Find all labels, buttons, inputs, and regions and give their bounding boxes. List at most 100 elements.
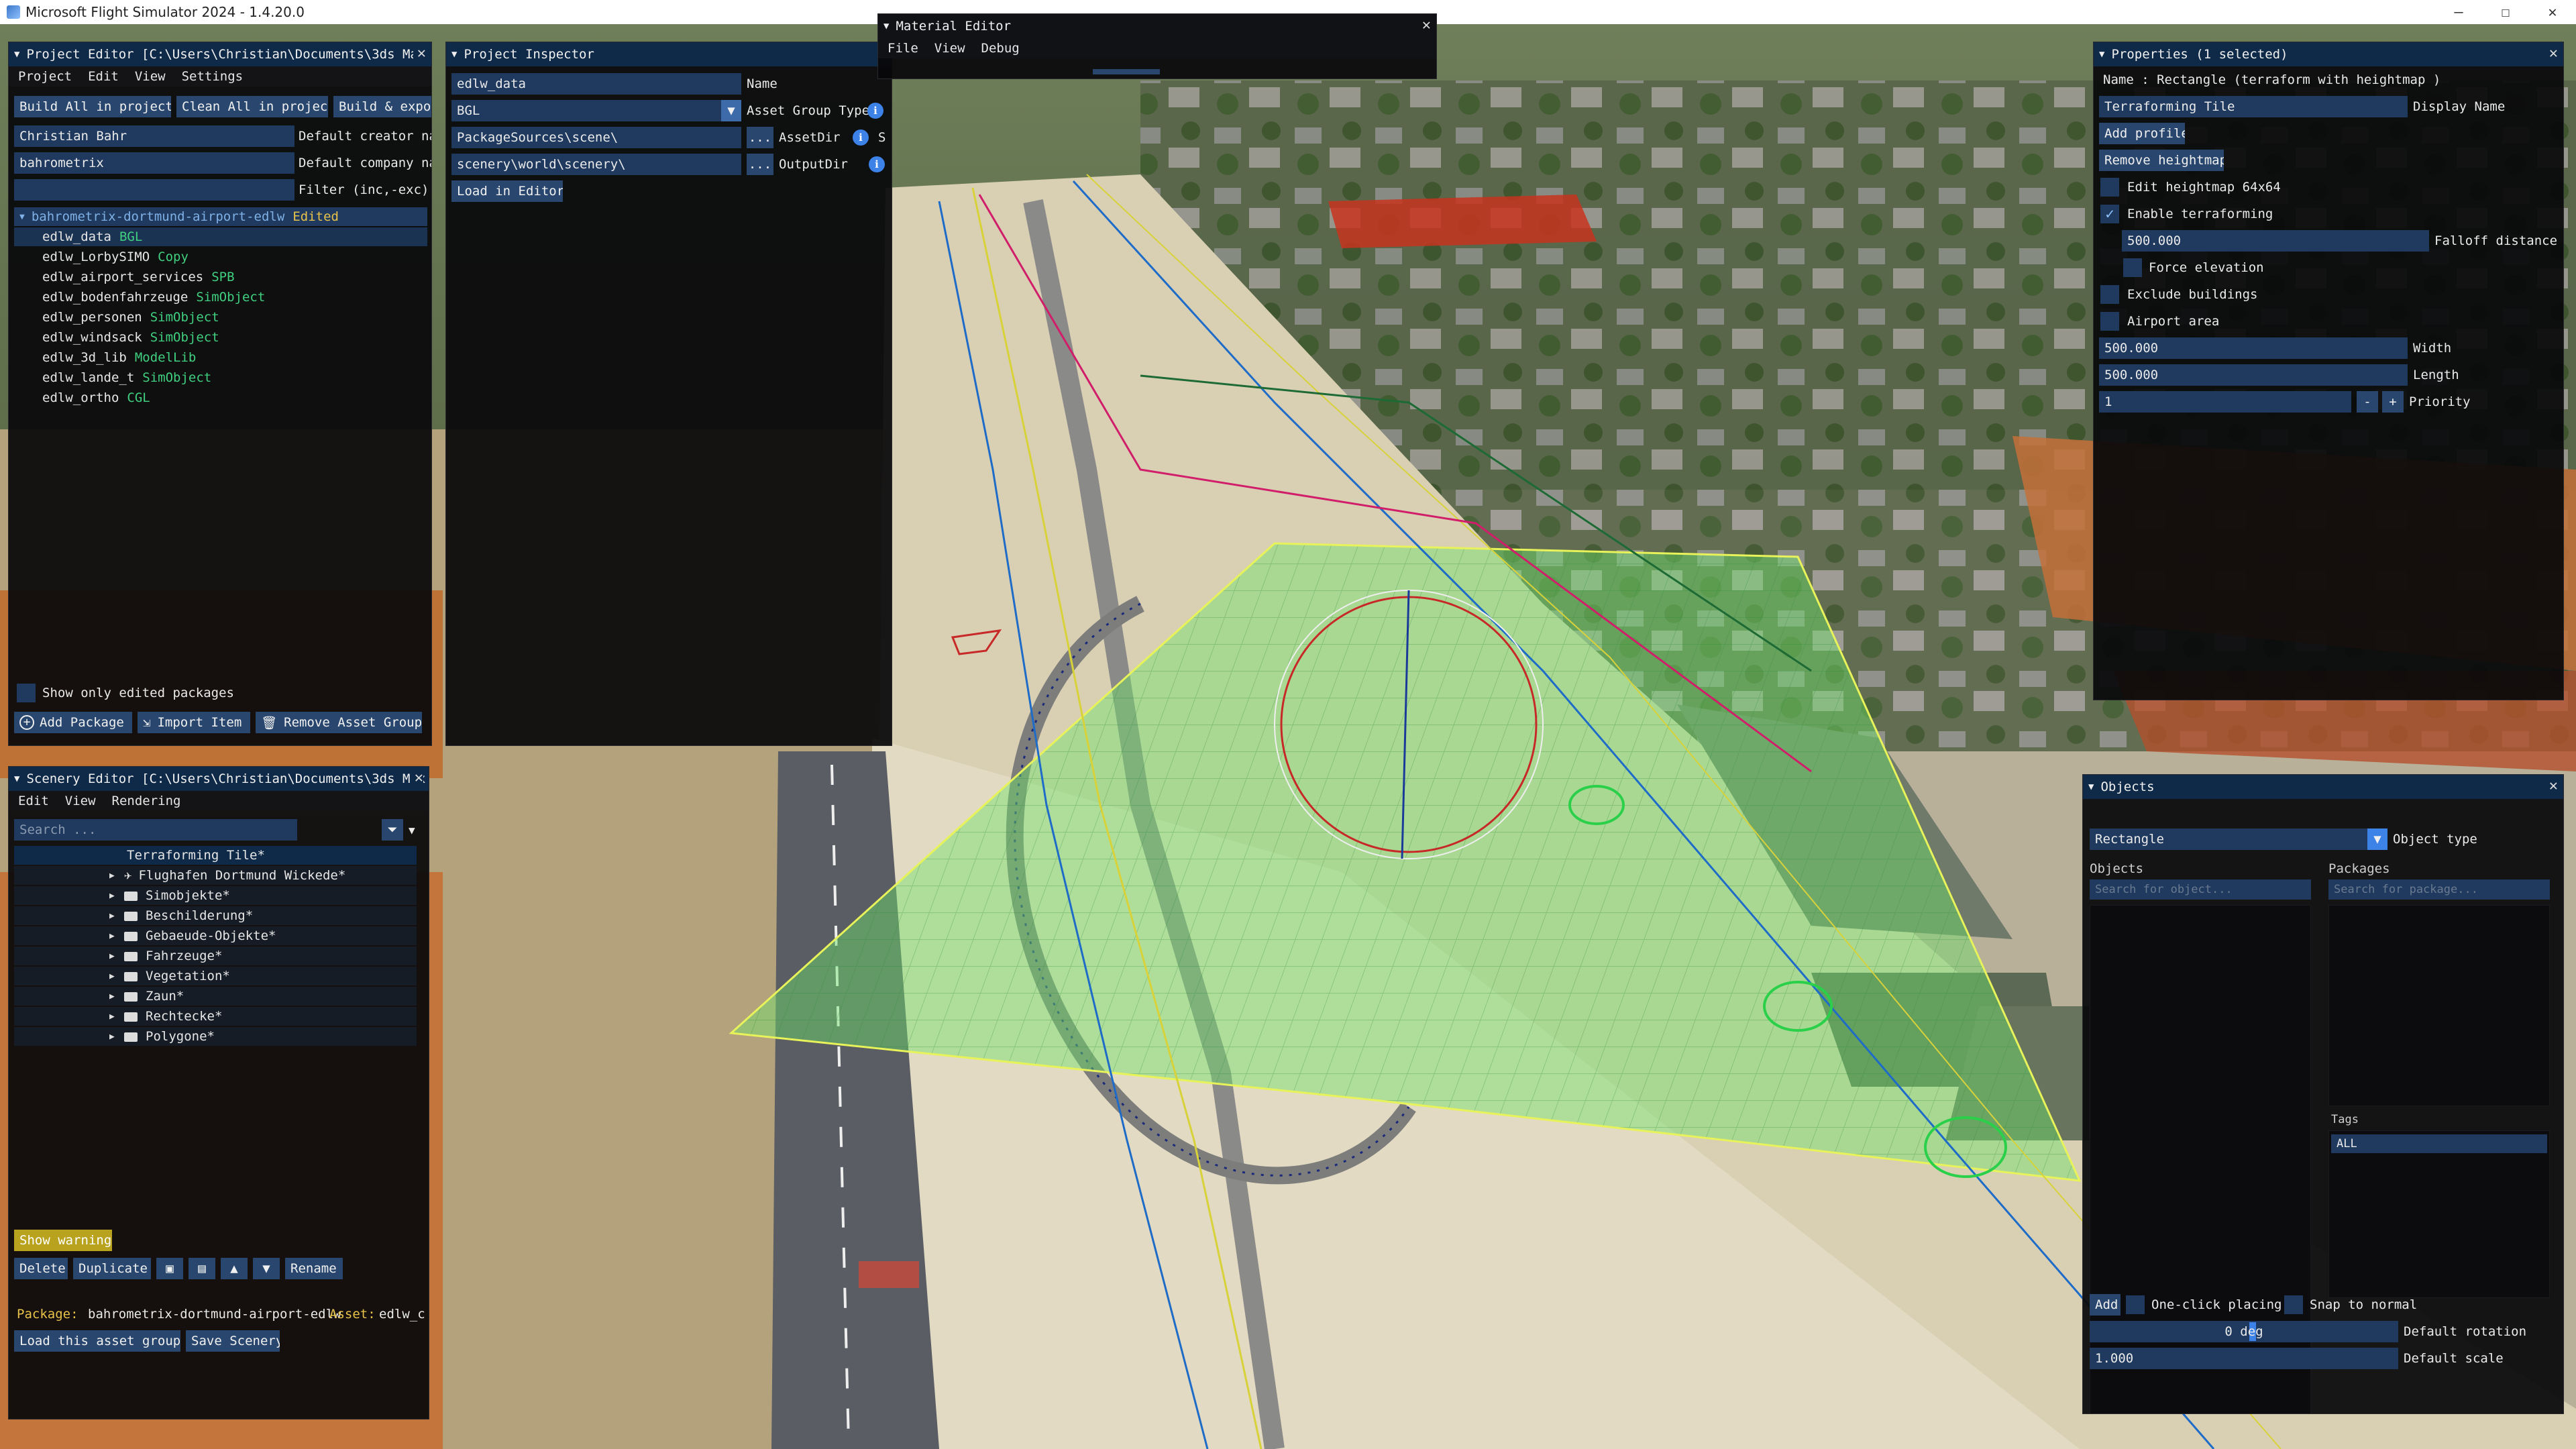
asset-dir-browse-button[interactable]: ... xyxy=(747,127,773,148)
one-click-placing-checkbox[interactable] xyxy=(2126,1295,2145,1314)
remove-heightmap-button[interactable]: Remove heightmap xyxy=(2099,150,2224,171)
menu-edit[interactable]: Edit xyxy=(18,794,49,808)
rename-button[interactable]: Rename xyxy=(285,1258,343,1279)
snap-to-normal-checkbox[interactable] xyxy=(2284,1295,2303,1314)
expand-arrow-icon[interactable]: ▶ xyxy=(109,1012,124,1022)
project-inspector-header[interactable]: ▼ Project Inspector xyxy=(446,42,892,66)
menu-settings[interactable]: Settings xyxy=(182,69,244,84)
asset-group-item[interactable]: edlw_airport_services SPB xyxy=(14,268,235,286)
enable-terraforming-checkbox[interactable]: ✓ xyxy=(2100,205,2119,223)
expand-arrow-icon[interactable]: ▶ xyxy=(109,891,124,901)
close-button[interactable]: ✕ xyxy=(2529,0,2576,24)
expand-arrow-icon[interactable]: ▶ xyxy=(109,911,124,921)
asset-group-item[interactable]: edlw_personen SimObject xyxy=(14,308,219,327)
delete-button[interactable]: Delete xyxy=(14,1258,68,1279)
tree-folder[interactable]: ▶ Rechtecke* xyxy=(14,1007,417,1026)
build-all-button[interactable]: Build All in project xyxy=(14,96,171,117)
asset-dir-input[interactable]: PackageSources\scene\ xyxy=(451,127,741,148)
maximize-button[interactable]: ☐ xyxy=(2482,0,2529,24)
properties-header[interactable]: ▼ Properties (1 selected) ✕ xyxy=(2094,42,2563,66)
collapse-triangle-icon[interactable]: ▼ xyxy=(2088,782,2094,792)
display-name-input[interactable]: Terraforming Tile xyxy=(2099,96,2408,117)
menu-view[interactable]: View xyxy=(65,794,96,808)
minimize-button[interactable]: – xyxy=(2435,0,2482,24)
object-type-select[interactable]: Rectangle xyxy=(2090,828,2387,850)
save-scenery-button[interactable]: Save Scenery xyxy=(186,1330,280,1352)
clean-all-button[interactable]: Clean All in project xyxy=(176,96,328,117)
add-package-button[interactable]: + Add Package xyxy=(14,712,132,733)
project-editor-header[interactable]: ▼ Project Editor [C:\Users\Christian\Doc… xyxy=(9,42,431,66)
tree-item-airport[interactable]: ▶ ✈ Flughafen Dortmund Wickede* xyxy=(14,866,417,885)
search-package-input[interactable]: Search for package... xyxy=(2328,879,2550,900)
menu-rendering[interactable]: Rendering xyxy=(112,794,181,808)
search-object-input[interactable]: Search for object... xyxy=(2090,879,2311,900)
show-only-edited-checkbox[interactable] xyxy=(17,684,36,702)
tree-folder[interactable]: ▶ Fahrzeuge* xyxy=(14,947,417,965)
falloff-distance-input[interactable]: 500.000 xyxy=(2122,230,2429,252)
output-dir-browse-button[interactable]: ... xyxy=(747,154,773,175)
priority-input[interactable]: 1 xyxy=(2099,391,2351,413)
tree-folder[interactable]: ▶ Gebaeude-Objekte* xyxy=(14,926,417,945)
add-object-button[interactable]: Add xyxy=(2090,1294,2121,1316)
add-profile-button[interactable]: Add profile xyxy=(2099,123,2185,144)
collapse-triangle-icon[interactable]: ▼ xyxy=(14,773,19,784)
output-dir-input[interactable]: scenery\world\scenery\ xyxy=(451,154,741,175)
move-down-icon[interactable]: ▼ xyxy=(253,1258,280,1279)
folder-move-icon[interactable]: ▤ xyxy=(189,1258,215,1279)
menu-view[interactable]: View xyxy=(135,69,166,84)
info-icon[interactable]: i xyxy=(867,103,883,119)
remove-asset-group-button[interactable]: 🗑 Remove Asset Group xyxy=(256,712,422,733)
duplicate-button[interactable]: Duplicate xyxy=(73,1258,151,1279)
import-item-button[interactable]: ⇲ Import Item xyxy=(138,712,250,733)
priority-increment-button[interactable]: + xyxy=(2382,391,2404,413)
tree-folder[interactable]: ▶ Beschilderung* xyxy=(14,906,417,925)
tree-item-selected[interactable]: Terraforming Tile* xyxy=(14,846,417,865)
default-rotation-slider[interactable]: 0 deg xyxy=(2090,1321,2398,1342)
move-up-icon[interactable]: ▲ xyxy=(221,1258,248,1279)
tags-list[interactable] xyxy=(2328,1130,2550,1298)
close-icon[interactable]: ✕ xyxy=(1417,17,1431,34)
company-name-input[interactable]: bahrometrix xyxy=(14,152,294,174)
close-icon[interactable]: ✕ xyxy=(413,45,426,62)
show-warning-button[interactable]: Show warning xyxy=(14,1230,112,1251)
material-editor-header[interactable]: ▼ Material Editor ✕ xyxy=(878,14,1436,38)
load-asset-group-button[interactable]: Load this asset group xyxy=(14,1330,180,1352)
asset-group-item[interactable]: edlw_bodenfahrzeuge SimObject xyxy=(14,288,265,307)
asset-group-item[interactable]: edlw_lande_t SimObject xyxy=(14,368,211,387)
close-icon[interactable]: ✕ xyxy=(410,769,423,786)
tree-folder[interactable]: ▶ Zaun* xyxy=(14,987,417,1006)
dropdown-arrow-icon[interactable]: ▼ xyxy=(721,100,741,121)
menu-view[interactable]: View xyxy=(934,41,965,56)
airport-area-checkbox[interactable] xyxy=(2100,312,2119,331)
menu-file[interactable]: File xyxy=(888,41,918,56)
tree-folder[interactable]: ▶ Polygone* xyxy=(14,1027,417,1046)
name-input[interactable]: edlw_data xyxy=(451,73,741,95)
close-icon[interactable]: ✕ xyxy=(2544,45,2558,62)
collapse-triangle-icon[interactable]: ▼ xyxy=(2099,49,2104,60)
filter-dropdown-icon[interactable]: ▼ xyxy=(409,819,415,841)
collapse-triangle-icon[interactable]: ▼ xyxy=(451,49,457,60)
load-in-editor-button[interactable]: Load in Editor xyxy=(451,180,563,202)
expand-arrow-icon[interactable]: ▶ xyxy=(109,1032,124,1042)
length-input[interactable]: 500.000 xyxy=(2099,364,2408,386)
menu-debug[interactable]: Debug xyxy=(981,41,1020,56)
asset-group-item[interactable]: edlw_LorbySIMO Copy xyxy=(14,248,189,266)
package-row[interactable]: ▼ bahrometrix-dortmund-airport-edlw Edit… xyxy=(14,207,427,226)
collapse-triangle-icon[interactable]: ▼ xyxy=(14,49,19,60)
dropdown-arrow-icon[interactable]: ▼ xyxy=(2367,828,2387,850)
width-input[interactable]: 500.000 xyxy=(2099,337,2408,359)
scenery-search-input[interactable]: Search ... xyxy=(14,819,297,841)
expand-arrow-icon[interactable]: ▶ xyxy=(109,871,124,881)
tree-folder[interactable]: ▶ Simobjekte* xyxy=(14,886,417,905)
asset-group-item[interactable]: edlw_ortho CGL xyxy=(14,388,150,407)
force-elevation-checkbox[interactable] xyxy=(2123,258,2142,277)
filter-input[interactable] xyxy=(14,179,294,201)
folder-add-icon[interactable]: ▣ xyxy=(156,1258,183,1279)
expand-arrow-icon[interactable]: ▶ xyxy=(109,971,124,981)
asset-group-type-select[interactable]: BGL xyxy=(451,100,741,121)
objects-header[interactable]: ▼ Objects ✕ xyxy=(2083,775,2563,799)
build-export-button[interactable]: Build & export xyxy=(333,96,431,117)
expand-arrow-icon[interactable]: ▼ xyxy=(19,212,25,222)
priority-decrement-button[interactable]: - xyxy=(2357,391,2378,413)
filter-icon[interactable]: ⏷ xyxy=(382,819,403,841)
